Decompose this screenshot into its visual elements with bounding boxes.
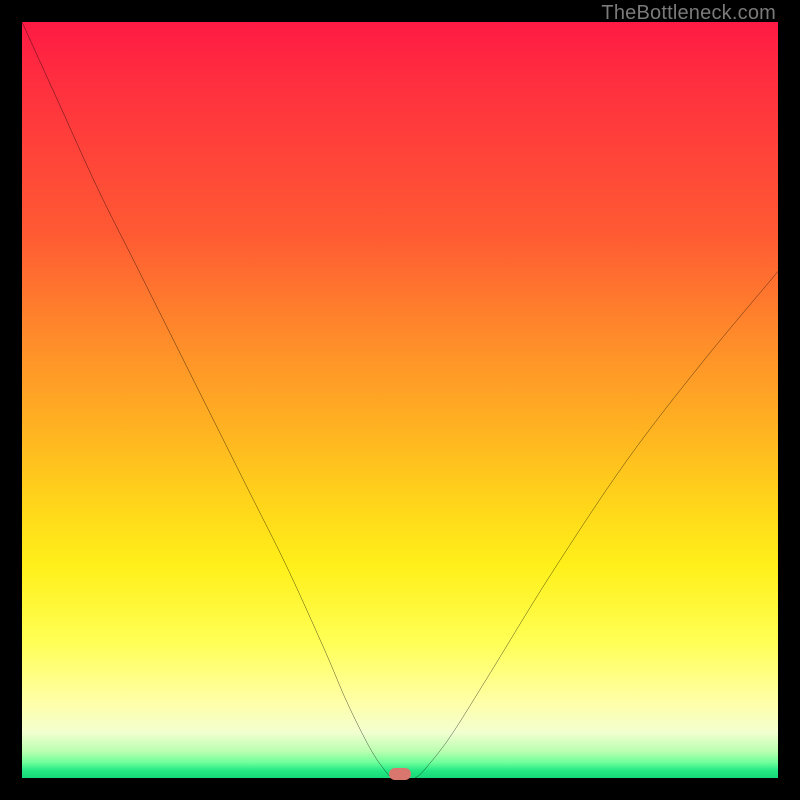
chart-plot-area — [22, 22, 778, 778]
watermark-text: TheBottleneck.com — [601, 2, 776, 25]
chart-frame: TheBottleneck.com — [0, 0, 800, 800]
optimum-marker — [389, 768, 411, 780]
